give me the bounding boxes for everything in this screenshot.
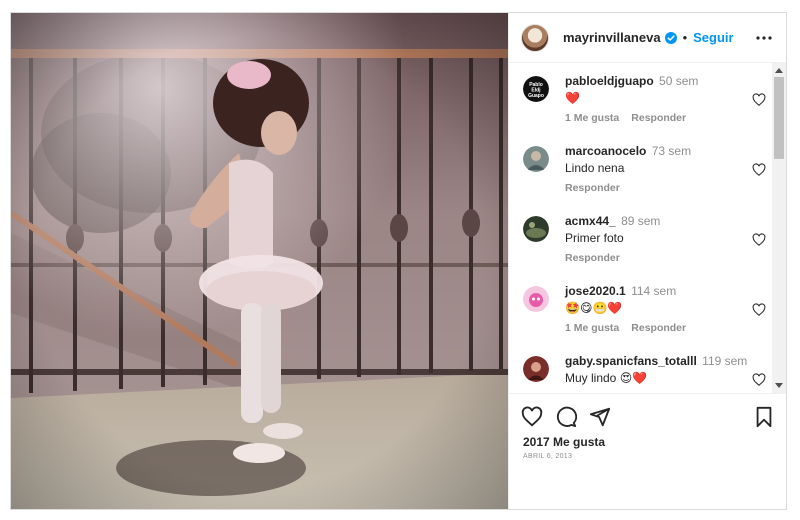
comment-username[interactable]: gaby.spanicfans_totalll	[565, 354, 697, 368]
comments-list[interactable]: Pablo Eldj Guapo pabloeldjguapo 50 sem ❤…	[509, 63, 786, 393]
comment-text: Lindo nena	[565, 161, 625, 175]
comment-username[interactable]: pabloeldjguapo	[565, 74, 654, 88]
post-date[interactable]: ABRIL 6, 2013	[523, 453, 572, 460]
comment-item: jose2020.1 114 sem 🤩😋😬❤️ 1 Me gusta Respo…	[521, 283, 766, 353]
post-dialog: mayrinvillaneva • Seguir Pablo Eldj Guap…	[10, 12, 787, 510]
reply-button[interactable]: Responder	[631, 322, 686, 334]
heart-icon[interactable]	[752, 303, 766, 317]
heart-icon[interactable]	[752, 233, 766, 247]
post-side-panel: mayrinvillaneva • Seguir Pablo Eldj Guap…	[508, 13, 786, 509]
comment-item: marcoanocelo 73 sem Lindo nena Responder	[521, 143, 766, 213]
bookmark-icon[interactable]	[753, 406, 775, 428]
comment-text: ❤️	[565, 91, 580, 105]
comment-text: Primer foto	[565, 231, 624, 245]
reply-button[interactable]: Responder	[565, 182, 620, 194]
svg-text:Guapo: Guapo	[528, 93, 544, 99]
comment-time[interactable]: 119 sem	[702, 354, 747, 368]
comment-username[interactable]: jose2020.1	[565, 284, 626, 298]
comment-item: gaby.spanicfans_totalll 119 sem Muy lind…	[521, 353, 766, 393]
photo-illustration	[11, 13, 508, 509]
comment-username[interactable]: marcoanocelo	[565, 144, 646, 158]
comment-icon[interactable]	[555, 406, 578, 428]
post-photo[interactable]	[11, 13, 508, 509]
author-username[interactable]: mayrinvillaneva	[563, 30, 661, 45]
author-avatar[interactable]	[521, 23, 549, 52]
commenter-avatar[interactable]	[523, 286, 549, 312]
commenter-avatar[interactable]: Pablo Eldj Guapo	[523, 76, 549, 102]
comment-text: Muy lindo 😍❤️	[565, 371, 648, 385]
commenter-avatar[interactable]	[523, 356, 549, 382]
commenter-avatar[interactable]	[523, 146, 549, 172]
scroll-down-arrow-icon[interactable]	[775, 383, 783, 388]
heart-icon[interactable]	[521, 406, 543, 428]
reply-button[interactable]: Responder	[631, 112, 686, 124]
comment-time[interactable]: 50 sem	[659, 74, 698, 88]
scroll-up-arrow-icon[interactable]	[775, 68, 783, 73]
post-actions: 2017 Me gusta ABRIL 6, 2013	[509, 393, 786, 509]
comment-item: acmx44_ 89 sem Primer foto Responder	[521, 213, 766, 283]
post-header: mayrinvillaneva • Seguir	[509, 13, 786, 63]
heart-icon[interactable]	[752, 93, 766, 107]
follow-button[interactable]: Seguir	[693, 30, 733, 45]
commenter-avatar[interactable]	[523, 216, 549, 242]
comment-time[interactable]: 89 sem	[621, 214, 660, 228]
comment-time[interactable]: 73 sem	[652, 144, 691, 158]
likes-count[interactable]: 2017 Me gusta	[523, 435, 605, 449]
verified-badge-icon	[664, 31, 677, 44]
comment-time[interactable]: 114 sem	[631, 284, 676, 298]
comments-scrollbar[interactable]	[772, 63, 786, 393]
comment-likes-count[interactable]: 1 Me gusta	[565, 112, 619, 124]
scrollbar-thumb[interactable]	[774, 77, 784, 159]
comment-text: 🤩😋😬❤️	[565, 301, 623, 315]
share-icon[interactable]	[589, 406, 611, 428]
reply-button[interactable]: Responder	[565, 252, 620, 264]
comment-likes-count[interactable]: 1 Me gusta	[565, 322, 619, 334]
more-options-icon[interactable]	[755, 29, 773, 47]
comment-username[interactable]: acmx44_	[565, 214, 616, 228]
comment-item: Pablo Eldj Guapo pabloeldjguapo 50 sem ❤…	[521, 73, 766, 143]
heart-icon[interactable]	[752, 163, 766, 177]
header-separator: •	[682, 30, 688, 45]
heart-icon[interactable]	[752, 373, 766, 387]
